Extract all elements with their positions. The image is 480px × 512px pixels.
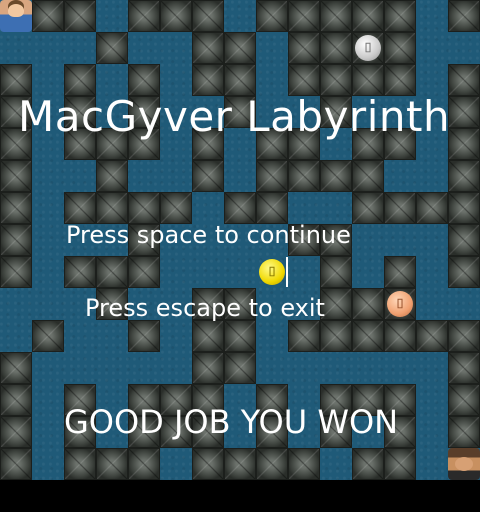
wall-block: [416, 192, 448, 224]
wall-block: [0, 192, 32, 224]
wall-block: [320, 32, 352, 64]
wall-block: [352, 448, 384, 480]
silver-coin-icon: ⌷: [355, 35, 381, 61]
wall-block: [320, 0, 352, 32]
bottom-bar: [0, 480, 480, 512]
wall-block: [192, 160, 224, 192]
wall-block: [192, 320, 224, 352]
wall-block: [352, 0, 384, 32]
gold-coin-icon: ⌷: [259, 259, 285, 285]
wall-block: [448, 320, 480, 352]
wall-block: [448, 0, 480, 32]
wall-block: [96, 192, 128, 224]
wall-block: [32, 0, 64, 32]
wall-block: [352, 320, 384, 352]
wall-block: [384, 0, 416, 32]
wall-block: [0, 384, 32, 416]
wall-block: [448, 224, 480, 256]
wall-block: [256, 0, 288, 32]
wall-block: [0, 352, 32, 384]
wall-block: [384, 448, 416, 480]
wall-block: [128, 0, 160, 32]
wall-block: [448, 96, 480, 128]
wall-block: [448, 256, 480, 288]
wall-block: [288, 320, 320, 352]
wall-block: [224, 192, 256, 224]
wall-block: [160, 0, 192, 32]
wall-block: [96, 160, 128, 192]
wall-block: [128, 320, 160, 352]
wall-block: [32, 320, 64, 352]
wall-block: [64, 256, 96, 288]
exit-prompt: Press escape to exit: [85, 294, 325, 322]
game-title: MacGyver Labyrinth: [18, 92, 451, 141]
wall-block: [320, 320, 352, 352]
wall-block: [448, 192, 480, 224]
continue-prompt: Press space to continue: [66, 221, 351, 249]
wall-block: [64, 192, 96, 224]
wall-block: [256, 192, 288, 224]
wall-block: [448, 160, 480, 192]
wall-block: [224, 320, 256, 352]
wall-block: [64, 448, 96, 480]
wall-block: [256, 448, 288, 480]
wall-block: [128, 256, 160, 288]
wall-block: [384, 32, 416, 64]
wall-block: [384, 192, 416, 224]
wall-block: [192, 448, 224, 480]
wall-block: [192, 0, 224, 32]
wall-block: [320, 160, 352, 192]
wall-block: [416, 320, 448, 352]
wall-block: [352, 288, 384, 320]
macgyver-player-icon: [0, 0, 32, 32]
wall-block: [224, 448, 256, 480]
wall-block: [448, 352, 480, 384]
wall-block: [0, 256, 32, 288]
wall-block: [256, 160, 288, 192]
wall-block: [448, 384, 480, 416]
wall-block: [64, 0, 96, 32]
wall-block: [224, 32, 256, 64]
wall-block: [288, 32, 320, 64]
wall-block: [288, 448, 320, 480]
wall-block: [448, 416, 480, 448]
wall-block: [0, 160, 32, 192]
wall-block: [192, 352, 224, 384]
wall-block: [128, 192, 160, 224]
wall-block: [384, 320, 416, 352]
wall-block: [288, 160, 320, 192]
wall-block: [96, 256, 128, 288]
wall-block: [0, 416, 32, 448]
wall-block: [352, 192, 384, 224]
copper-coin-icon: ⌷: [387, 291, 413, 317]
text-cursor: [286, 257, 288, 287]
wall-block: [192, 32, 224, 64]
wall-block: [0, 224, 32, 256]
wall-block: [0, 448, 32, 480]
wall-block: [448, 128, 480, 160]
wall-block: [96, 448, 128, 480]
wall-block: [128, 448, 160, 480]
wall-block: [448, 64, 480, 96]
wall-block: [288, 0, 320, 32]
wall-block: [352, 160, 384, 192]
wall-block: [160, 192, 192, 224]
wall-block: [320, 256, 352, 288]
guardian-icon: [448, 448, 480, 480]
wall-block: [384, 256, 416, 288]
wall-block: [224, 352, 256, 384]
win-message: GOOD JOB YOU WON: [64, 403, 399, 441]
wall-block: [96, 32, 128, 64]
